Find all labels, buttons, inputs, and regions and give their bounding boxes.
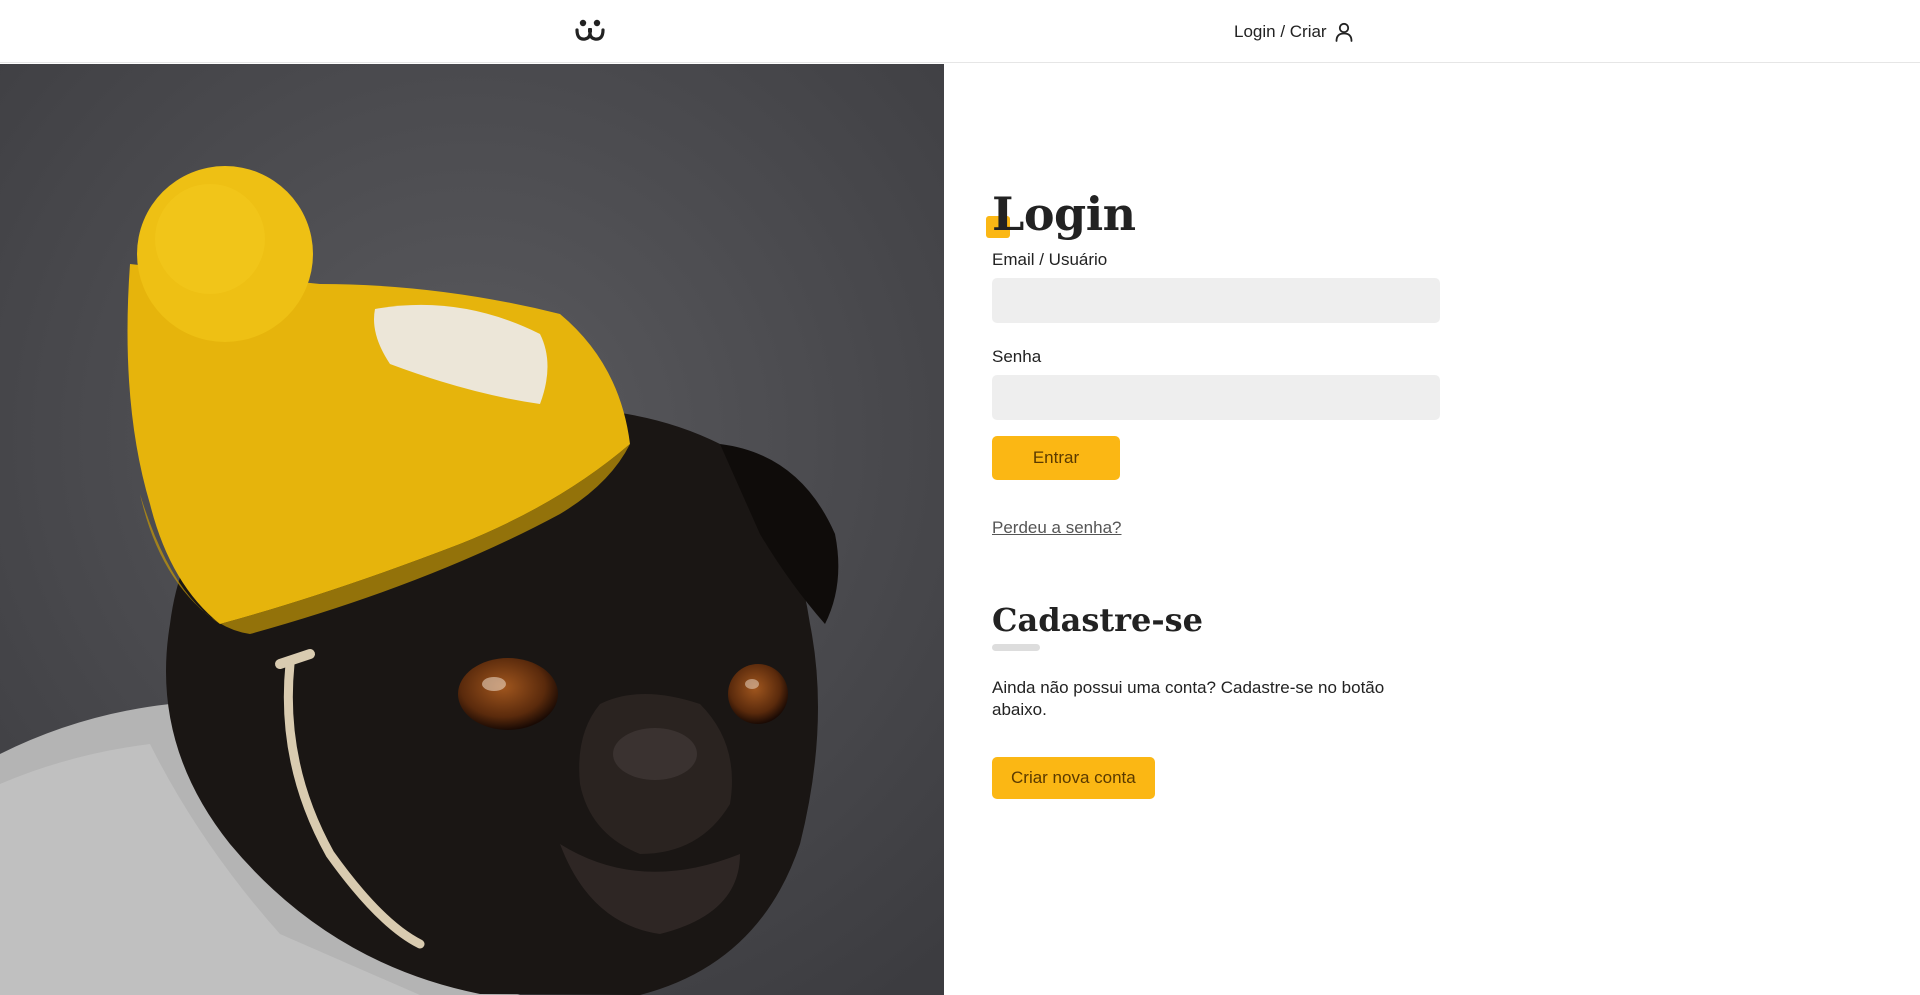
login-link-label: Login / Criar [1234, 22, 1327, 41]
password-field[interactable] [992, 375, 1440, 420]
create-account-button[interactable]: Criar nova conta [992, 757, 1155, 799]
login-create-link[interactable]: Login / Criar [1234, 20, 1353, 44]
dog-face-icon[interactable] [574, 16, 606, 44]
login-title: Login [986, 186, 1440, 242]
site-header: Login / Criar [0, 0, 1920, 63]
lost-password-link[interactable]: Perdeu a senha? [992, 518, 1122, 538]
user-icon [1335, 22, 1353, 42]
pug-photo [0, 64, 944, 995]
enter-button[interactable]: Entrar [992, 436, 1120, 480]
login-title-text: Login [992, 187, 1136, 241]
register-section: Cadastre-se Ainda não possui uma conta? … [992, 598, 1440, 799]
register-title: Cadastre-se [992, 601, 1203, 639]
email-label: Email / Usuário [992, 250, 1108, 269]
login-form: Login Email / Usuário Senha Entrar Perde… [986, 186, 1440, 538]
password-label: Senha [992, 347, 1042, 366]
register-text: Ainda não possui uma conta? Cadastre-se … [992, 678, 1385, 719]
register-underline [992, 644, 1040, 651]
email-field[interactable] [992, 278, 1440, 323]
